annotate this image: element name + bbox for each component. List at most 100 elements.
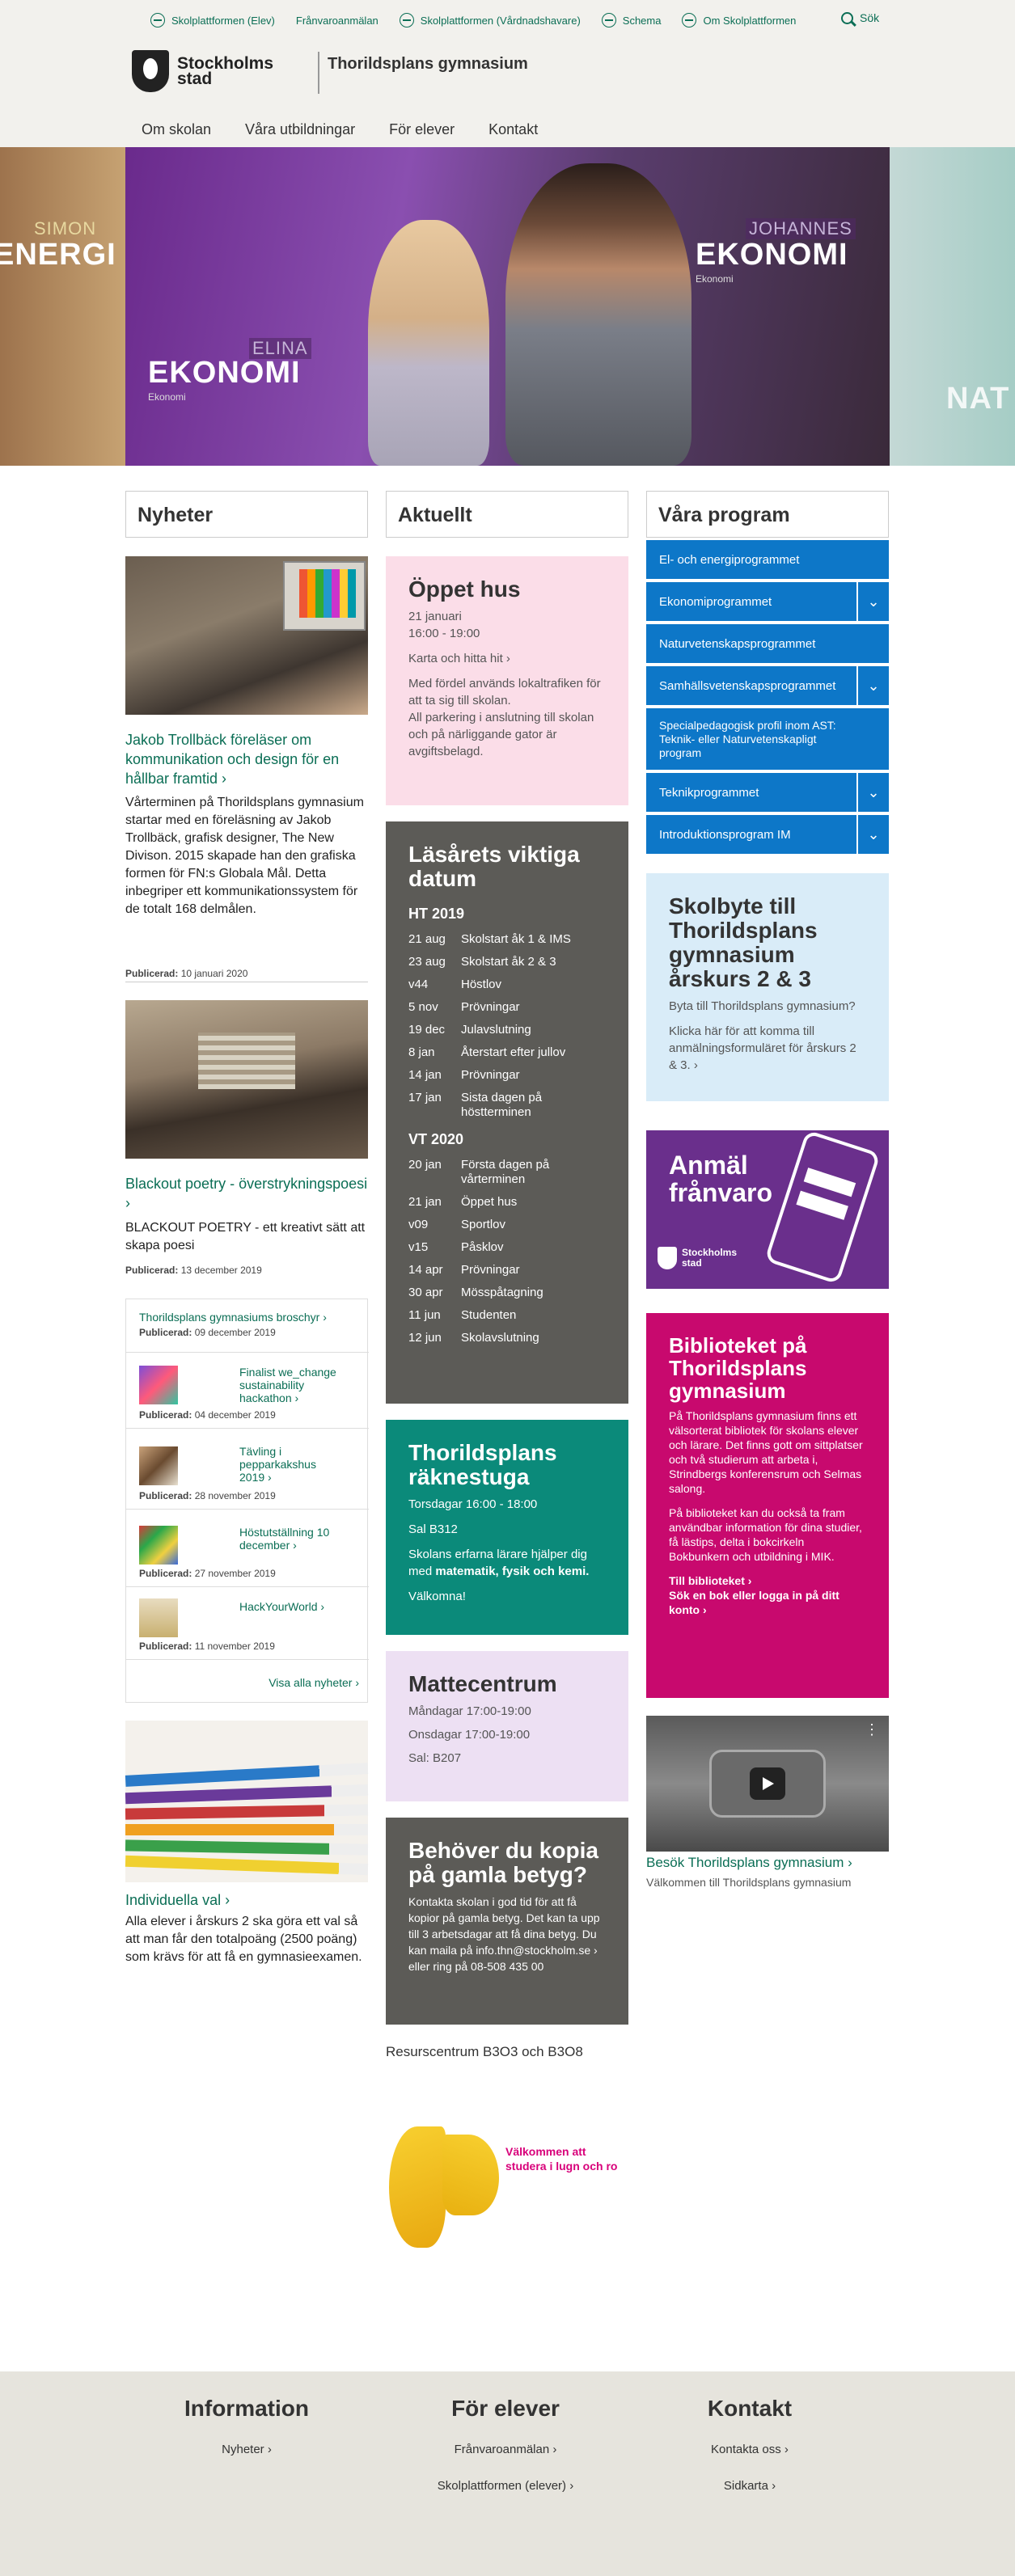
list-item-title[interactable]: HackYourWorld › [239,1600,361,1613]
top-link-schema[interactable]: Schema [601,13,662,27]
program-item[interactable]: Specialpedagogisk profil inom AST: Tekni… [646,708,889,770]
program-item[interactable]: Ekonomiprogrammet ⌄ [646,582,889,621]
list-item[interactable]: HackYourWorld › Publicerad: 11 november … [126,1587,369,1660]
program-label[interactable]: Samhällsvetenskapsprogrammet [659,679,835,693]
footer-link[interactable]: Kontakta oss › [632,2443,867,2456]
date-cell: 8 jan [408,1045,435,1059]
library-link[interactable]: Sök en bok eller logga in på ditt konto … [669,1588,866,1617]
school-name[interactable]: Thorildsplans gymnasium [328,55,528,74]
individual-choice-title[interactable]: Individuella val › [125,1890,368,1910]
list-item[interactable]: Thorildsplans gymnasiums broschyr › Publ… [126,1299,369,1353]
important-dates-title: Läsårets viktiga datum [408,842,580,891]
see-all-news-link[interactable]: Visa alla nyheter › [269,1676,359,1689]
hero-carousel[interactable]: SIMON ENERGI NAT JOHANNES EKONOMI Ekonom… [0,147,1015,466]
search-button[interactable]: Sök [841,11,879,24]
logo-text: stad [177,70,213,88]
top-link-franvaro[interactable]: Frånvaroanmälan [296,13,379,27]
hero-left-name: ENERGI [0,238,116,272]
top-link-skolplattformen-elev[interactable]: Skolplattformen (Elev) [150,13,275,27]
math-center-title: Mattecentrum [408,1671,557,1696]
top-link-label[interactable]: Skolplattformen (Vårdnadshavare) [421,15,581,27]
pub-date: 04 december 2019 [194,1409,276,1421]
nav-for-elever[interactable]: För elever [389,121,455,138]
list-item[interactable]: Höstutställning 10 december › Publicerad… [126,1510,369,1587]
library-link[interactable]: Till biblioteket › [669,1573,866,1588]
video-subtitle: Välkommen till Thorildsplans gymnasium [646,1876,852,1889]
hero-right-tag: JOHANNES [746,218,856,239]
map-link[interactable]: Karta och hitta hit › [408,650,606,667]
news-image-trollback[interactable] [125,556,368,715]
individual-choice-body: Alla elever i årskurs 2 ska göra ett val… [125,1915,362,1964]
program-item[interactable]: Samhällsvetenskapsprogrammet ⌄ [646,666,889,705]
math-workshop-time: Torsdagar 16:00 - 18:00 [408,1497,538,1511]
hero-slide-current[interactable]: JOHANNES EKONOMI Ekonomi ELINA EKONOMI E… [125,147,890,466]
program-label[interactable]: Introduktionsprogram IM [659,828,791,842]
more-options-icon[interactable]: ⋮ [865,1722,879,1737]
math-center-line: Måndagar 17:00-19:00 [408,1704,531,1718]
date-cell: 21 jan [408,1195,442,1209]
nav-om-skolan[interactable]: Om skolan [142,121,211,138]
program-label[interactable]: El- och energiprogrammet [659,553,799,567]
chevron-down-icon[interactable]: ⌄ [856,815,889,854]
chevron-down-icon[interactable]: ⌄ [856,582,889,621]
list-item-title[interactable]: Thorildsplans gymnasiums broschyr › [139,1311,357,1324]
date-row: 14 jan Prövningar [408,1068,606,1083]
list-item[interactable]: Tävling i pepparkakshus 2019 › Publicera… [126,1429,369,1510]
crest-icon [658,1247,677,1269]
crayon [125,1824,368,1835]
date-row: 11 jun Studenten [408,1308,606,1323]
sdg-icons [299,569,356,618]
program-item[interactable]: Introduktionsprogram IM ⌄ [646,815,889,854]
chevron-down-icon[interactable]: ⌄ [856,773,889,812]
list-item-thumbnail [139,1446,178,1485]
chevron-down-icon[interactable]: ⌄ [856,666,889,705]
program-label[interactable]: Specialpedagogisk profil inom AST: Tekni… [659,719,856,760]
event-cell: Prövningar [461,1068,520,1082]
stockholm-logo[interactable]: Stockholms stad [132,50,273,92]
news-image-blackout[interactable] [125,1000,368,1159]
top-link-label[interactable]: Schema [623,15,662,27]
top-link-label[interactable]: Om Skolplattformen [703,15,796,27]
top-link-label[interactable]: Skolplattformen (Elev) [171,15,275,27]
footer-link[interactable]: Sidkarta › [632,2479,867,2493]
program-item[interactable]: Naturvetenskapsprogrammet [646,624,889,663]
school-switch-card[interactable]: Skolbyte till Thorildsplans gymnasium år… [646,873,889,1101]
nav-utbildningar[interactable]: Våra utbildningar [245,121,355,138]
event-cell: Skolstart åk 2 & 3 [461,955,556,969]
open-house-note: Med fördel används lokaltrafiken för att… [408,677,601,707]
event-cell: Påsklov [461,1240,504,1254]
open-house-time: 16:00 - 19:00 [408,627,480,640]
list-item-title[interactable]: Tävling i pepparkakshus 2019 › [239,1445,336,1484]
nav-kontakt[interactable]: Kontakt [488,121,538,138]
program-item[interactable]: El- och energiprogrammet [646,540,889,579]
program-label[interactable]: Ekonomiprogrammet [659,595,772,609]
video-player[interactable]: ⋮ [646,1716,889,1852]
list-item-thumbnail [139,1598,178,1637]
top-link-label[interactable]: Frånvaroanmälan [296,15,379,27]
footer-link[interactable]: Skolplattformen (elever) › [388,2479,623,2493]
footer-link[interactable]: Frånvaroanmälan › [388,2443,623,2456]
news-title[interactable]: Jakob Trollbäck föreläser om kommunikati… [125,730,368,788]
open-house-card: Öppet hus 21 januari 16:00 - 19:00 Karta… [386,556,628,805]
program-item[interactable]: Teknikprogrammet ⌄ [646,773,889,812]
list-item[interactable]: Finalist we_change sustainability hackat… [126,1353,369,1429]
play-button[interactable] [750,1767,785,1800]
date-cell: 11 jun [408,1308,441,1322]
school-switch-link[interactable]: Klicka här för att komma till anmälnings… [669,1023,866,1074]
list-item-title[interactable]: Höstutställning 10 december › [239,1526,361,1552]
crayons-image[interactable] [125,1721,369,1882]
pub-date: 10 januari 2020 [180,968,248,979]
hero-slide-prev[interactable] [0,147,125,466]
butterfly-banner[interactable]: Välkommen att studera i lugn och ro [386,2118,628,2264]
projector-screen [283,561,366,631]
top-link-om-skolplattformen[interactable]: Om Skolplattformen [682,13,796,27]
top-link-skolplattformen-vh[interactable]: Skolplattformen (Vårdnadshavare) [399,13,581,27]
hero-slide-next[interactable] [890,147,1015,466]
program-label[interactable]: Naturvetenskapsprogrammet [659,637,815,651]
report-absence-card[interactable]: Anmäl frånvaro Stockholms stad [646,1130,889,1289]
footer-link[interactable]: Nyheter › [129,2443,364,2456]
list-item-title[interactable]: Finalist we_change sustainability hackat… [239,1366,353,1404]
video-title-link[interactable]: Besök Thorildsplans gymnasium › [646,1855,852,1871]
news-title[interactable]: Blackout poetry - överstrykningspoesi › [125,1174,368,1213]
program-label[interactable]: Teknikprogrammet [659,786,759,800]
